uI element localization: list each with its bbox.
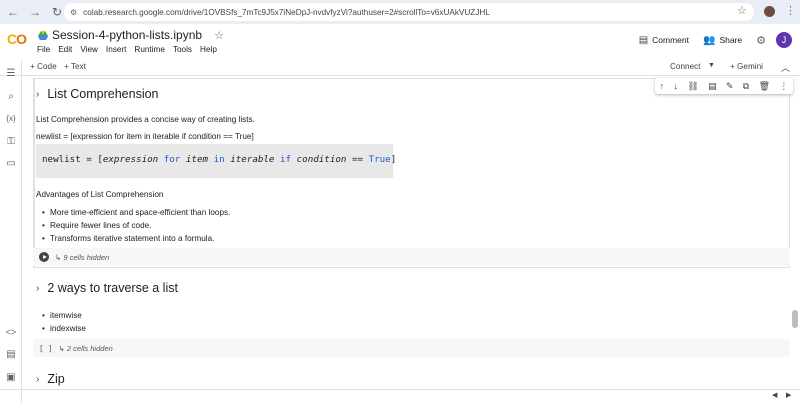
move-down-icon[interactable]: ↓ (673, 81, 678, 91)
settings-gear-icon[interactable]: ⚙ (756, 34, 766, 47)
comment-cell-icon[interactable]: ▤ (708, 81, 717, 92)
table-of-contents-icon[interactable]: ☰ (4, 68, 18, 80)
header-actions: ▤ Comment 👥 Share ⚙ J (639, 32, 800, 48)
menu-edit[interactable]: Edit (58, 45, 72, 54)
list-item: Transforms iterative statement into a fo… (42, 234, 214, 243)
hidden-cells-row[interactable]: [ ] ↳ 2 cells hidden (33, 339, 790, 357)
scroll-left-icon[interactable]: ◀ (772, 391, 777, 399)
notebook-content: › List Comprehension List Comprehension … (30, 78, 795, 388)
menu-runtime[interactable]: Runtime (134, 45, 165, 54)
forward-icon[interactable]: → (26, 3, 44, 21)
share-button[interactable]: 👥 Share (703, 35, 742, 46)
list-item: indexwise (42, 324, 86, 333)
url-text: colab.research.google.com/drive/1OVBSfs_… (83, 7, 490, 17)
terminal-icon[interactable]: ▣ (4, 372, 18, 384)
link-icon[interactable]: ⛓ (687, 81, 698, 92)
syntax-text: newlist = [expression for item in iterab… (36, 132, 254, 141)
run-bracket[interactable]: [ ] (39, 344, 53, 353)
colab-logo[interactable]: CO (7, 31, 27, 47)
section-heading-row: › Zip (36, 372, 65, 386)
search-icon[interactable]: ⌕ (4, 91, 18, 103)
code-snippets-icon[interactable]: <> (4, 326, 18, 338)
drive-icon (38, 30, 48, 40)
collapse-header-icon[interactable]: ︿ (781, 61, 790, 74)
menu-bar: File Edit View Insert Runtime Tools Help (37, 45, 217, 54)
section-heading: List Comprehension (47, 87, 159, 101)
comment-button[interactable]: ▤ Comment (639, 35, 689, 46)
menu-view[interactable]: View (80, 45, 98, 54)
advantages-title: Advantages of List Comprehension (36, 190, 164, 199)
bookmark-star-icon[interactable]: ☆ (737, 4, 747, 17)
menu-help[interactable]: Help (200, 45, 217, 54)
notebook-toolbar: + Code + Text Connect ▼ + Gemini ︿ (0, 60, 800, 76)
move-up-icon[interactable]: ↑ (660, 81, 665, 91)
more-options-icon[interactable]: ⋮ (779, 81, 788, 92)
syntax-code-block: newlist = [expression for item in iterab… (36, 144, 396, 178)
cell-toolbar: ↑ ↓ ⛓ ▤ ✎ ⧉ 🗑 ⋮ (655, 78, 793, 94)
back-icon[interactable]: ← (4, 3, 22, 21)
edit-pencil-icon[interactable]: ✎ (726, 81, 734, 92)
variables-icon[interactable]: {x} (4, 113, 18, 125)
connect-dropdown-icon[interactable]: ▼ (708, 62, 715, 69)
address-bar[interactable]: ⚙ colab.research.google.com/drive/1OVBSf… (64, 3, 754, 21)
connect-button[interactable]: Connect (670, 62, 701, 71)
browser-profile-avatar[interactable] (764, 6, 775, 17)
add-code-button[interactable]: + Code (30, 62, 57, 71)
hidden-cells-text: ↳ 9 cells hidden (55, 252, 110, 262)
colab-header: CO Session-4-python-lists.ipynb ☆ File E… (0, 24, 800, 60)
notebook-title[interactable]: Session-4-python-lists.ipynb (52, 28, 202, 42)
list-item: itemwise (42, 311, 82, 320)
site-info-icon[interactable]: ⚙ (70, 8, 77, 17)
comment-label: Comment (652, 35, 689, 45)
collapse-chevron-icon[interactable]: › (36, 374, 39, 385)
command-palette-icon[interactable]: ▤ (4, 349, 18, 361)
run-section-icon[interactable] (39, 252, 49, 262)
section-heading-row: › 2 ways to traverse a list (36, 281, 178, 295)
add-text-button[interactable]: + Text (64, 62, 86, 71)
status-footer: ◀ ▶ (0, 389, 800, 403)
scrollbar-thumb[interactable] (792, 310, 798, 328)
menu-tools[interactable]: Tools (173, 45, 192, 54)
section-heading: Zip (47, 372, 65, 386)
menu-file[interactable]: File (37, 45, 50, 54)
hidden-cells-text: ↳ 2 cells hidden (58, 343, 113, 353)
section-heading-row: › List Comprehension (36, 87, 159, 101)
section-heading: 2 ways to traverse a list (47, 281, 178, 295)
left-sidebar: ☰ ⌕ {x} ⚿ ▭ <> ▤ ▣ (0, 60, 22, 403)
comment-icon: ▤ (638, 34, 649, 46)
collapse-chevron-icon[interactable]: › (36, 283, 39, 294)
hidden-cells-row[interactable]: ↳ 9 cells hidden (33, 248, 790, 266)
menu-insert[interactable]: Insert (106, 45, 126, 54)
scroll-right-icon[interactable]: ▶ (786, 391, 791, 399)
list-item: More time-efficient and space-efficient … (42, 208, 230, 217)
share-people-icon: 👥 (702, 34, 716, 46)
share-label: Share (719, 35, 743, 45)
notebook-title-row: Session-4-python-lists.ipynb ☆ (38, 28, 224, 42)
files-folder-icon[interactable]: ▭ (4, 158, 18, 170)
browser-menu-icon[interactable]: ⋮ (785, 4, 796, 17)
delete-icon[interactable]: 🗑 (759, 81, 770, 92)
star-notebook-icon[interactable]: ☆ (214, 29, 224, 42)
list-item: Require fewer lines of code. (42, 221, 151, 230)
secrets-key-icon[interactable]: ⚿ (4, 136, 18, 148)
intro-text: List Comprehension provides a concise wa… (36, 115, 255, 124)
gemini-button[interactable]: + Gemini (730, 62, 763, 71)
collapse-chevron-icon[interactable]: › (36, 89, 39, 100)
mirror-cell-icon[interactable]: ⧉ (743, 81, 749, 92)
user-avatar[interactable]: J (776, 32, 792, 48)
